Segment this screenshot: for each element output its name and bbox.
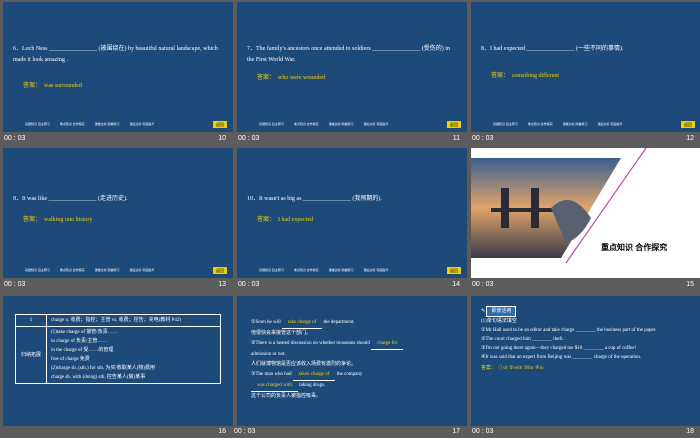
slide-thumbnail-14[interactable]: 10．It wasn't as big as ________________ … [237, 148, 467, 278]
answer-text: 答案： who were wounded [257, 75, 326, 81]
back-button[interactable]: 返回 [447, 267, 461, 274]
slide-time: 00 : 03 [472, 428, 494, 435]
example-sentences: ①Soon he will take charge of the departm… [251, 318, 455, 402]
back-button[interactable]: 返回 [213, 267, 227, 274]
slide-number: 11 [452, 135, 460, 142]
table-cell: (1)take charge of 接管/负责…… in charge of 负… [46, 326, 221, 384]
answer-text: 答案： something different [491, 73, 560, 79]
slide-number: 17 [452, 428, 460, 435]
slide-time: 00 : 03 [238, 135, 260, 142]
answer-text: 答案： I had expected [257, 217, 313, 223]
slide-time: 00 : 03 [238, 281, 260, 288]
slide-footer: 基础知识 自主预习 重点知识 合作探究 课堂达标 随堂练习 课后达标 巩固提升 返回 [471, 120, 700, 132]
question-text: 8．I had expected ________________ (一些不同的… [481, 46, 624, 52]
slide-time: 00 : 03 [4, 135, 26, 142]
slide-time: 00 : 03 [472, 135, 494, 142]
slide-footer: 基础知识 自主预习 重点知识 合作探究 课堂达标 随堂练习 课后达标 巩固提升 返回 [237, 120, 467, 132]
slide-number: 10 [218, 135, 226, 142]
section-title: 重点知识 合作探究 [601, 243, 668, 252]
slide-thumbnail-11[interactable]: 7．The family's ancestors once attended t… [237, 2, 467, 132]
slide-number: 18 [686, 428, 694, 435]
table-cell: 1 [15, 314, 47, 327]
slide-thumbnail-16[interactable]: 1 charge n. 收费；指控；主管 vs. 收费；控告；充电(教材 P42… [3, 296, 233, 426]
question-text: 9．It was like ________________ (走进历史). [13, 196, 128, 202]
slide-thumbnail-17[interactable]: ①Soon he will take charge of the departm… [237, 296, 467, 426]
back-button[interactable]: 返回 [213, 121, 227, 128]
vocabulary-table: 1 charge n. 收费；指控；主管 vs. 收费；控告；充电(教材 P42… [15, 314, 221, 384]
back-button[interactable]: 返回 [681, 121, 695, 128]
question-text: 7．The family's ancestors once attended t… [247, 46, 450, 63]
back-button[interactable]: 返回 [447, 121, 461, 128]
slide-footer: 基础知识 自主预习 重点知识 合作探究 课堂达标 随堂练习 课后达标 巩固提升 返回 [237, 266, 467, 278]
table-cell: 归纳拓展 [15, 326, 47, 384]
slide-time: 00 : 03 [4, 281, 26, 288]
exercise-heading: 即景活用 [486, 306, 517, 317]
question-text: 6．Loch Ness ________________ (被围绕在) by b… [13, 46, 218, 63]
slide-time: 00 : 03 [472, 281, 494, 288]
slide-footer: 基础知识 自主预习 重点知识 合作探究 课堂达标 随堂练习 课后达标 巩固提升 返回 [3, 120, 233, 132]
exercise-block: ✎ 即景活用 (1)单句语法填空 ①Mr Hall used to be an … [481, 306, 693, 373]
slide-footer: 基础知识 自主预习 重点知识 合作探究 课堂达标 随堂练习 课后达标 巩固提升 返回 [3, 266, 233, 278]
slide-thumbnail-10[interactable]: 6．Loch Ness ________________ (被围绕在) by b… [3, 2, 233, 132]
table-cell: charge n. 收费；指控；主管 vs. 收费；控告；充电(教材 P42) [46, 314, 221, 327]
question-text: 10．It wasn't as big as ________________ … [247, 196, 382, 202]
slide-number: 13 [218, 281, 226, 288]
answer-text: 答案： was surrounded [23, 83, 82, 89]
slide-thumbnail-12[interactable]: 8．I had expected ________________ (一些不同的… [471, 2, 700, 132]
pencil-icon: ✎ [481, 309, 486, 314]
slide-number: 12 [686, 135, 694, 142]
answer-text: 答案： ①of ②with ③for ④in [481, 366, 544, 371]
slide-thumbnail-18[interactable]: ✎ 即景活用 (1)单句语法填空 ①Mr Hall used to be an … [471, 296, 700, 426]
slide-thumbnail-13[interactable]: 9．It was like ________________ (走进历史). 答… [3, 148, 233, 278]
slide-thumbnail-15[interactable]: 重点知识 合作探究 [471, 148, 700, 278]
answer-text: 答案： walking into history [23, 217, 93, 223]
slide-number: 14 [452, 281, 460, 288]
slide-time: 00 : 03 [234, 428, 256, 435]
slide-number: 16 [218, 428, 226, 435]
section-cover-graphic [471, 148, 647, 264]
slide-number: 15 [686, 281, 694, 288]
